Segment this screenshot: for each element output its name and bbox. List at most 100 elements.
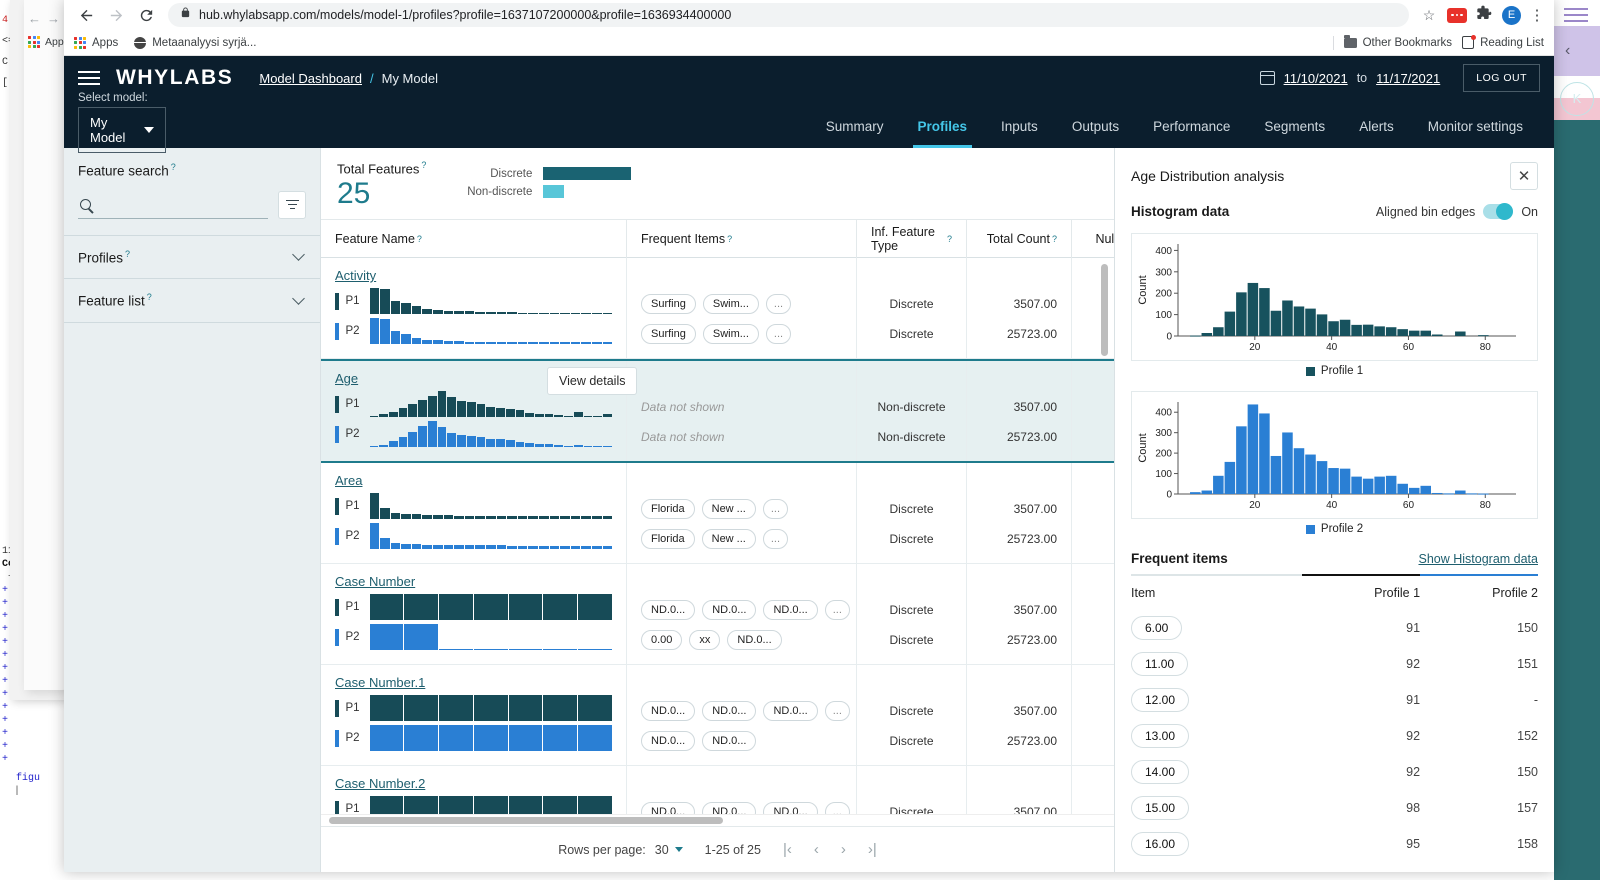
frequent-item-chip[interactable]: 11.00 xyxy=(1131,652,1189,676)
filter-button[interactable] xyxy=(278,190,306,219)
address-bar[interactable]: hub.whylabsapp.com/models/model-1/profil… xyxy=(168,3,1409,27)
col-inf-feature-type[interactable]: Inf. Feature Type? xyxy=(856,219,966,258)
prev-page-icon[interactable]: ‹ xyxy=(814,841,819,858)
frequent-item-chip[interactable]: New ... xyxy=(701,529,756,549)
vertical-scrollbar-thumb[interactable] xyxy=(1101,264,1108,356)
tab-profiles[interactable]: Profiles xyxy=(901,104,985,148)
table-row[interactable]: Activity P1 P2 Surfing Swim...... Surfing Swim… xyxy=(321,258,1114,359)
back-arrow-icon[interactable] xyxy=(72,1,100,29)
help-icon[interactable]: ? xyxy=(125,249,130,259)
histogram-chart-2[interactable]: Count 0 100 200 300 400 20 40 60 80 xyxy=(1131,391,1538,519)
frequent-item-chip[interactable]: ... xyxy=(765,324,792,344)
frequent-item-chip[interactable]: ND.0... xyxy=(702,701,757,721)
breadcrumb-model-dashboard[interactable]: Model Dashboard xyxy=(259,71,362,86)
show-histogram-data-link[interactable]: Show Histogram data xyxy=(1418,552,1538,566)
frequent-item-chip[interactable]: ND.0... xyxy=(702,802,757,814)
frequent-item-chip[interactable]: ND.0... xyxy=(702,731,757,751)
frequent-item-chip[interactable]: New ... xyxy=(701,499,756,519)
frequent-item-chip[interactable]: ... xyxy=(765,294,792,314)
frequent-item-chip[interactable]: Florida xyxy=(641,499,695,519)
sidebar-item-feature-list[interactable]: Feature list? xyxy=(64,279,320,323)
frequent-item-chip[interactable]: ND.0... xyxy=(641,600,696,620)
frequent-item-chip[interactable]: ND.0... xyxy=(641,802,696,814)
frequent-item-chip[interactable]: Swim... xyxy=(702,324,759,344)
feature-name-link[interactable]: Case Number.2 xyxy=(335,776,425,791)
tab-summary[interactable]: Summary xyxy=(809,104,901,148)
frequent-item-chip[interactable]: Surfing xyxy=(641,324,696,344)
help-icon[interactable]: ? xyxy=(727,234,732,244)
vertical-scrollbar-track[interactable] xyxy=(1101,258,1111,814)
bookmark-star-icon[interactable]: ☆ xyxy=(1417,7,1441,24)
tab-inputs[interactable]: Inputs xyxy=(984,104,1055,148)
col-feature-name[interactable]: Feature Name? xyxy=(321,220,626,258)
frequent-item-chip[interactable]: 15.00 xyxy=(1131,796,1190,820)
frequent-item-chip[interactable]: ND.0... xyxy=(763,600,818,620)
frequent-item-chip[interactable]: 16.00 xyxy=(1131,832,1190,856)
chrome-menu-icon[interactable]: ⋮ xyxy=(1528,6,1546,24)
frequent-item-chip[interactable]: ND.0... xyxy=(641,701,696,721)
frequent-item-chip[interactable]: ... xyxy=(762,529,789,549)
help-icon[interactable]: ? xyxy=(947,234,952,244)
table-row[interactable]: Age P1 P2 Data not shown Data not shown Non-d… xyxy=(321,359,1114,463)
frequent-item-chip[interactable]: Swim... xyxy=(702,294,759,314)
next-page-icon[interactable]: › xyxy=(841,841,846,858)
frequent-item-chip[interactable]: 12.00 xyxy=(1131,688,1190,712)
frequent-item-chip[interactable]: ... xyxy=(824,802,850,814)
calendar-icon[interactable] xyxy=(1259,71,1275,85)
help-icon[interactable]: ? xyxy=(171,162,176,172)
bookmark-apps[interactable]: Apps xyxy=(74,36,118,49)
horizontal-scrollbar-track[interactable] xyxy=(321,814,1114,826)
view-details-button[interactable]: View details xyxy=(547,367,638,395)
tab-monitor-settings[interactable]: Monitor settings xyxy=(1411,104,1540,148)
close-icon[interactable]: ✕ xyxy=(1510,162,1538,190)
col-total-count[interactable]: Total Count? xyxy=(966,219,1071,258)
bookmark-metaanalyysi[interactable]: Metaanalyysi syrjä... xyxy=(134,36,256,49)
frequent-item-chip[interactable]: ... xyxy=(824,600,850,620)
table-row[interactable]: Case Number P1 P2 ND.0... ND.0... ND.0...... 0… xyxy=(321,564,1114,665)
reload-icon[interactable] xyxy=(132,1,160,29)
frequent-item-chip[interactable]: ND.0... xyxy=(727,630,782,650)
frequent-item-chip[interactable]: 14.00 xyxy=(1131,760,1190,784)
table-row[interactable]: Case Number.1 P1 P2 ND.0... ND.0... ND.0.....… xyxy=(321,665,1114,766)
avatar[interactable]: E xyxy=(1502,5,1521,25)
table-body-scroll[interactable]: Activity P1 P2 Surfing Swim...... Surfing Swim… xyxy=(321,258,1114,814)
frequent-item-chip[interactable]: ... xyxy=(824,701,850,721)
histogram-chart-1[interactable]: Count 0 100 200 300 400 20 40 60 80 xyxy=(1131,233,1538,361)
feature-name-link[interactable]: Activity xyxy=(335,268,376,283)
tab-segments[interactable]: Segments xyxy=(1247,104,1342,148)
reading-list-button[interactable]: Reading List xyxy=(1462,34,1544,49)
search-input[interactable] xyxy=(98,195,268,213)
logout-button[interactable]: LOG OUT xyxy=(1463,64,1540,92)
date-to[interactable]: 11/17/2021 xyxy=(1376,71,1440,86)
frequent-item-chip[interactable]: ND.0... xyxy=(702,600,757,620)
frequent-item-chip[interactable]: ND.0... xyxy=(763,802,818,814)
feature-name-link[interactable]: Area xyxy=(335,473,362,488)
search-input-wrap[interactable] xyxy=(78,195,268,219)
feature-name-link[interactable]: Case Number.1 xyxy=(335,675,425,690)
help-icon[interactable]: ? xyxy=(421,160,426,170)
extension-red-icon[interactable] xyxy=(1447,7,1467,23)
table-row[interactable]: Area P1 P2 Florida New ...... Florida New ....… xyxy=(321,463,1114,564)
model-select[interactable]: My Model xyxy=(78,107,166,153)
hamburger-menu-icon[interactable] xyxy=(78,67,100,89)
table-row[interactable]: Case Number.2P1P2ND.0...ND.0...ND.0.....… xyxy=(321,766,1114,814)
feature-name-link[interactable]: Age xyxy=(335,371,358,386)
tab-alerts[interactable]: Alerts xyxy=(1342,104,1411,148)
frequent-item-chip[interactable]: ND.0... xyxy=(641,731,696,751)
help-icon[interactable]: ? xyxy=(1052,234,1057,244)
aligned-bin-edges-toggle[interactable] xyxy=(1483,203,1514,220)
date-from[interactable]: 11/10/2021 xyxy=(1284,71,1348,86)
feature-name-link[interactable]: Case Number xyxy=(335,574,415,589)
tab-outputs[interactable]: Outputs xyxy=(1055,104,1136,148)
forward-arrow-icon[interactable] xyxy=(102,1,130,29)
frequent-item-chip[interactable]: 0.00 xyxy=(641,630,683,650)
horizontal-scrollbar-thumb[interactable] xyxy=(329,817,723,824)
frequent-item-chip[interactable]: 6.00 xyxy=(1131,616,1183,640)
frequent-item-chip[interactable]: 13.00 xyxy=(1131,724,1190,748)
col-frequent-items[interactable]: Frequent Items? xyxy=(626,219,856,258)
first-page-icon[interactable]: |‹ xyxy=(783,841,792,858)
frequent-item-chip[interactable]: Florida xyxy=(641,529,695,549)
help-icon[interactable]: ? xyxy=(147,292,152,302)
frequent-item-chip[interactable]: xx xyxy=(689,630,721,650)
sidebar-item-profiles[interactable]: Profiles? xyxy=(64,236,320,279)
